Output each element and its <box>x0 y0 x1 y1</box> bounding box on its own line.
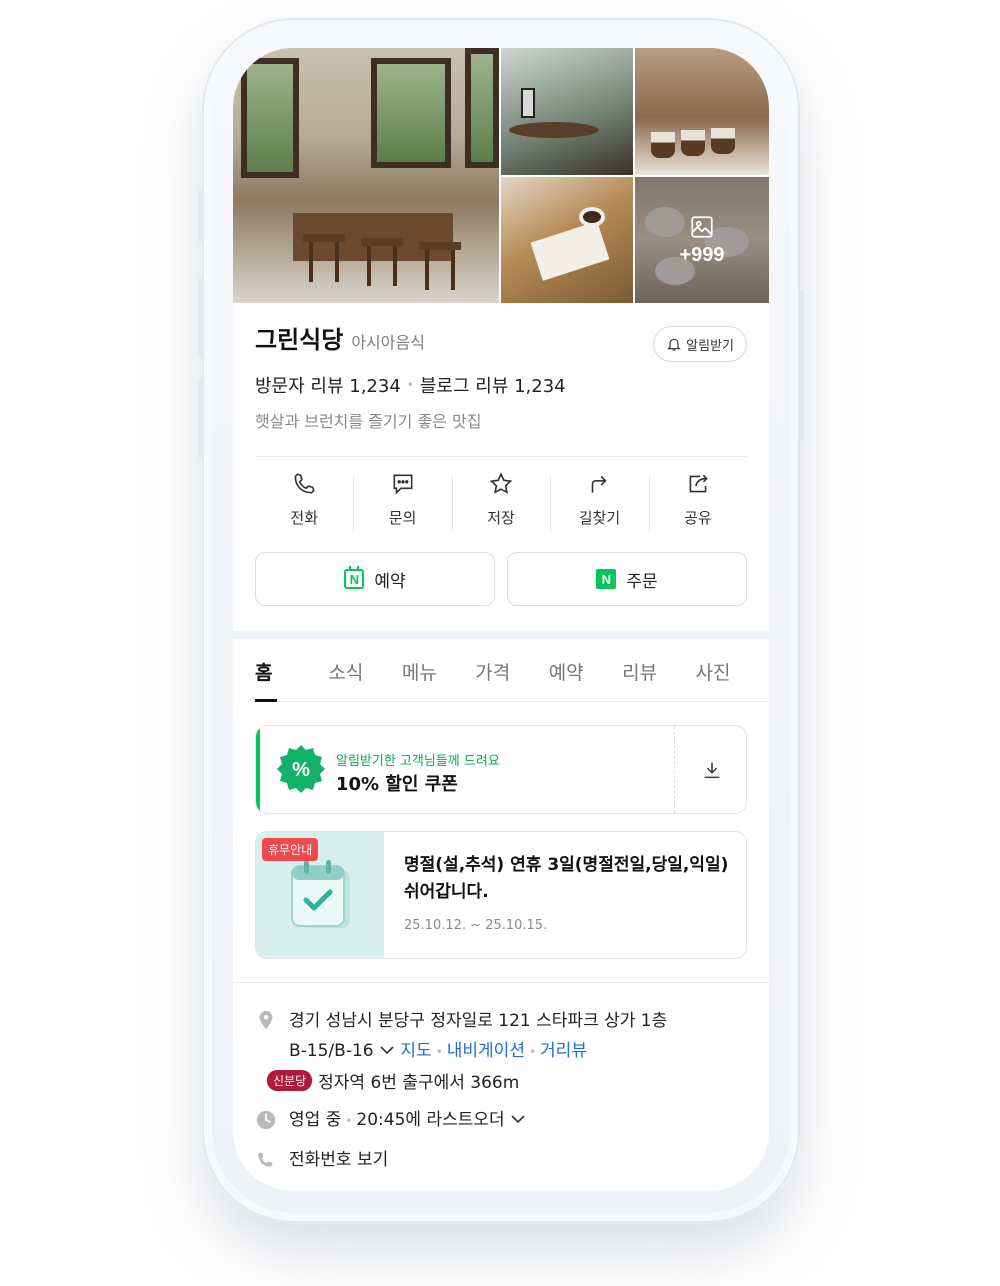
place-name: 그린식당 <box>255 326 344 354</box>
divider <box>233 982 769 983</box>
location-pin-icon <box>259 1010 273 1030</box>
coupon-card[interactable]: % 알림받기한 고객님들께 드려요 10% 할인 쿠폰 <box>255 725 747 814</box>
separator-dot: • <box>435 1045 443 1059</box>
subway-line-badge: 신분당 <box>267 1070 313 1091</box>
section-gap <box>233 631 769 639</box>
tab-price[interactable]: 가격 <box>475 640 548 701</box>
directions-icon <box>592 475 608 493</box>
address-line1: 경기 성남시 분당구 정자일로 121 스타파크 상가 1층 <box>289 1011 668 1031</box>
discount-seal-icon: % <box>277 745 325 793</box>
visitor-reviews-link[interactable]: 방문자 리뷰 1,234 <box>255 372 401 398</box>
photo-count: +999 <box>679 243 725 266</box>
closure-badge: 휴무안내 <box>262 838 319 861</box>
reserve-label: 예약 <box>374 571 406 592</box>
cta-row: N 예약 N 주문 <box>255 552 747 606</box>
hours-text: 20:45에 라스트오더 <box>356 1110 505 1130</box>
street-view-link[interactable]: 거리뷰 <box>540 1041 587 1061</box>
address-line2-row: B-15/B-16 지도 • 내비게이션 • 거리뷰 <box>289 1036 755 1067</box>
action-label: 공유 <box>684 508 712 527</box>
separator-dot: • <box>406 378 414 392</box>
notify-button[interactable]: 알림받기 <box>653 326 747 362</box>
phone-side-button <box>198 190 204 242</box>
action-label: 전화 <box>290 508 318 527</box>
clock-icon <box>256 1110 276 1130</box>
photo-gallery[interactable]: +999 <box>233 48 769 303</box>
closure-text: 명절(설,추석) 연휴 3일(명절전일,당일,익일) 쉬어갑니다. <box>404 855 729 902</box>
phone-side-button <box>798 290 804 440</box>
action-label: 길찾기 <box>578 508 621 527</box>
discount-symbol: % <box>292 759 310 781</box>
subway-info: 신분당 정자역 6번 출구에서 366m <box>267 1068 519 1093</box>
place-description: 햇살과 브런치를 즐기기 좋은 맛집 <box>255 412 482 431</box>
image-icon <box>691 215 713 238</box>
tab-bar: 홈 소식 메뉴 가격 예약 리뷰 사진 <box>255 640 769 702</box>
navigation-link[interactable]: 내비게이션 <box>447 1041 525 1061</box>
place-category: 아시아음식 <box>351 333 425 352</box>
share-icon <box>689 474 708 492</box>
phone-side-button <box>198 278 204 358</box>
blog-reviews-link[interactable]: 블로그 리뷰 1,234 <box>420 372 566 398</box>
action-inquiry[interactable]: 문의 <box>353 458 451 540</box>
photo-more[interactable]: +999 <box>635 177 769 303</box>
chat-icon <box>393 474 413 495</box>
download-icon <box>704 762 719 778</box>
naver-calendar-icon: N <box>344 566 365 589</box>
photo-coffee[interactable] <box>635 48 769 175</box>
tab-reviews[interactable]: 리뷰 <box>622 640 695 701</box>
action-directions[interactable]: 길찾기 <box>550 458 648 540</box>
phone-row[interactable]: 전화번호 보기 <box>255 1148 755 1172</box>
map-link[interactable]: 지도 <box>400 1041 431 1061</box>
reserve-button[interactable]: N 예약 <box>255 552 495 606</box>
place-info: 그린식당 아시아음식 알림받기 방문자 리뷰 1,234 • 블로그 리뷰 1,… <box>255 320 747 432</box>
order-label: 주문 <box>626 571 658 592</box>
action-label: 저장 <box>487 508 515 527</box>
phone-icon <box>258 1152 273 1167</box>
address-line2: B-15/B-16 <box>289 1041 374 1061</box>
action-bar: 전화 문의 저장 길찾기 공유 <box>255 458 747 540</box>
coupon-title: 10% 할인 쿠폰 <box>336 774 458 795</box>
photo-terrace[interactable] <box>501 48 633 175</box>
coupon-subtitle: 알림받기한 고객님들께 드려요 <box>336 754 500 769</box>
hours-status: 영업 중 <box>289 1110 342 1130</box>
notify-label: 알림받기 <box>686 338 734 354</box>
app-screen: +999 그린식당 아시아음식 알림받기 방문자 리뷰 1,234 • 블로그 … <box>233 48 769 1191</box>
tab-photos[interactable]: 사진 <box>696 640 769 701</box>
phone-icon <box>294 472 315 493</box>
subway-text: 정자역 6번 출구에서 366m <box>318 1073 520 1093</box>
coupon-accent <box>256 726 260 813</box>
chevron-down-icon[interactable] <box>379 1044 395 1056</box>
photo-interior[interactable] <box>233 48 499 303</box>
calendar-check-icon <box>291 860 350 928</box>
separator-dot: • <box>528 1045 537 1059</box>
tab-home[interactable]: 홈 <box>255 640 328 702</box>
address-section: 경기 성남시 분당구 정자일로 121 스타파크 상가 1층 B-15/B-16… <box>255 1006 755 1067</box>
star-icon <box>489 471 513 494</box>
photo-table[interactable] <box>501 177 633 303</box>
action-label: 문의 <box>388 508 417 527</box>
closure-dates: 25.10.12. ~ 25.10.15. <box>404 918 548 933</box>
action-save[interactable]: 저장 <box>451 458 550 540</box>
naver-logo-icon: N <box>596 569 617 589</box>
phone-side-button <box>198 378 204 458</box>
closure-notice-card[interactable]: 휴무안내 명절(설,추석) 연휴 3일(명절전일,당일,익일) 쉬어갑니다. 2… <box>255 831 747 959</box>
tab-menu[interactable]: 메뉴 <box>402 640 475 701</box>
order-button[interactable]: N 주문 <box>507 552 747 606</box>
chevron-down-icon[interactable] <box>510 1113 526 1125</box>
tab-news[interactable]: 소식 <box>328 640 401 701</box>
hours-row[interactable]: 영업 중 • 20:45에 라스트오더 <box>255 1108 755 1133</box>
bell-icon <box>667 338 681 351</box>
tab-reservation[interactable]: 예약 <box>549 640 622 701</box>
divider <box>255 456 747 457</box>
coupon-download-button[interactable] <box>675 726 746 813</box>
closure-illustration: 휴무안내 <box>256 832 384 958</box>
separator-dot: • <box>345 1114 353 1128</box>
phone-text: 전화번호 보기 <box>289 1150 389 1170</box>
action-share[interactable]: 공유 <box>648 458 747 540</box>
action-call[interactable]: 전화 <box>255 458 353 540</box>
